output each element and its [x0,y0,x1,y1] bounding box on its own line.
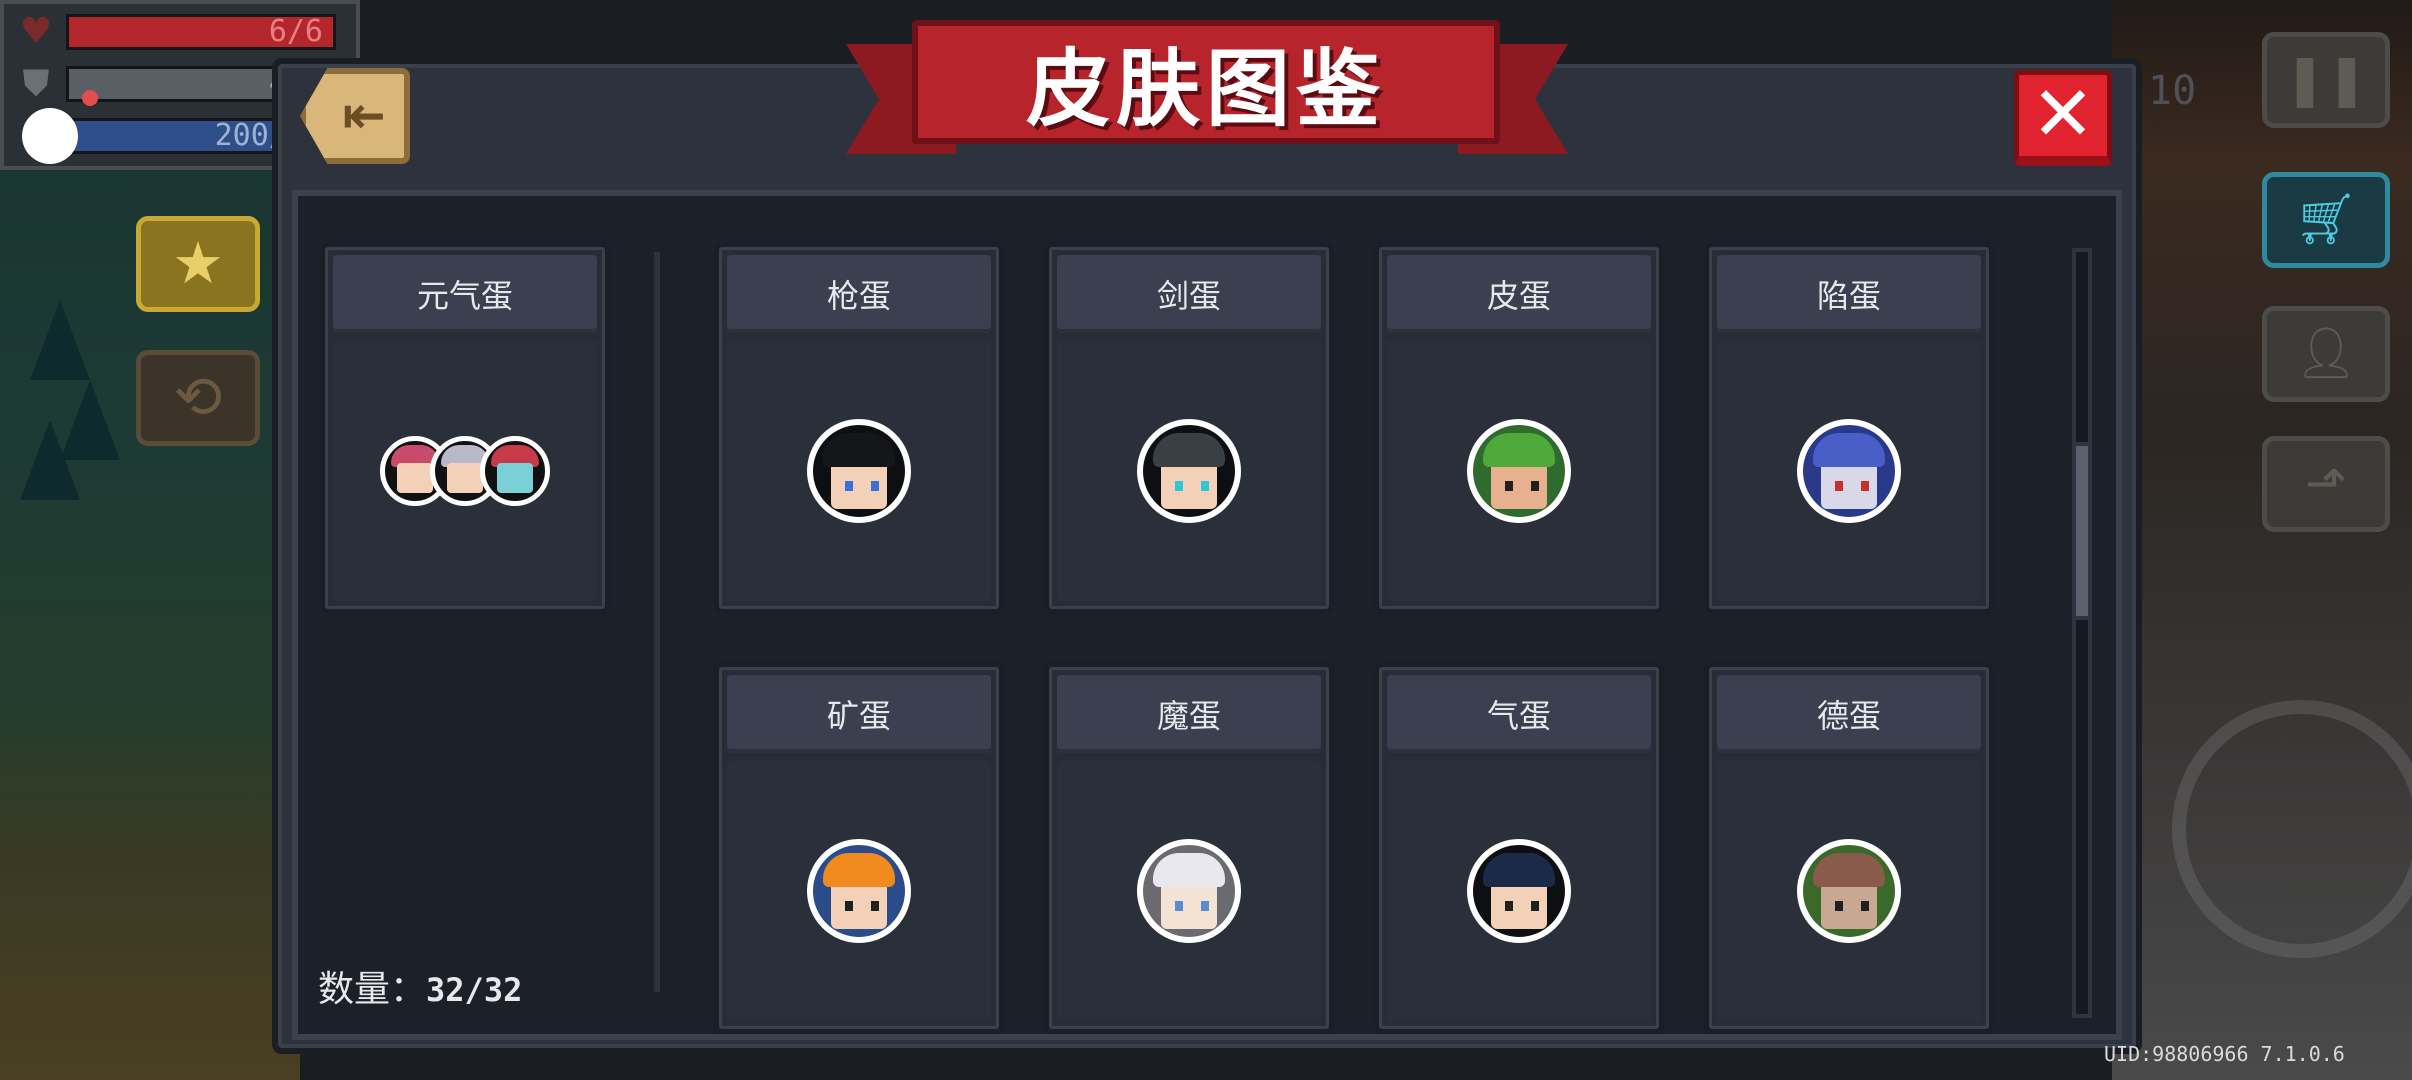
close-button[interactable]: ✕ [2014,70,2112,166]
user-icon: 👤︎ [2294,324,2358,382]
mage-avatar-icon [480,436,550,506]
swap-icon: ⟲ [173,363,223,431]
card-body [727,761,991,1021]
shop-button[interactable]: 🛒︎ [2262,172,2390,268]
mine-egg-avatar-icon [807,839,911,943]
room-area [2112,0,2412,1080]
joystick-ring [2172,700,2412,958]
floating-touch-dot[interactable] [22,108,78,164]
card-label: 德蛋 [1717,675,1981,753]
uid-version-label: UID:98806966 7.1.0.6 [2104,1042,2345,1066]
sword-egg-avatar-icon [1137,419,1241,523]
card-label: 矿蛋 [727,675,991,753]
gun-egg-avatar-icon [807,419,911,523]
skin-card[interactable]: 陷蛋 [1704,242,1994,614]
count-label: 数量： [318,969,427,1010]
scrollbar-thumb[interactable] [2072,442,2092,620]
skin-card[interactable]: 矿蛋 [714,662,1004,1034]
card-body [1387,341,1651,601]
skin-card[interactable]: 魔蛋 [1044,662,1334,1034]
druid-egg-avatar-icon [1797,839,1901,943]
card-body [1057,341,1321,601]
card-label: 剑蛋 [1057,255,1321,333]
star-icon: ★ [172,229,224,297]
trap-egg-avatar-icon [1797,419,1901,523]
card-label: 陷蛋 [1717,255,1981,333]
skin-card[interactable]: 枪蛋 [714,242,1004,614]
skin-card[interactable]: 德蛋 [1704,662,1994,1034]
skin-card[interactable]: 气蛋 [1374,662,1664,1034]
swap-button[interactable]: ⟲ [136,350,260,446]
count-value: 32/32 [426,971,523,1009]
scrollbar-track[interactable] [2072,248,2092,1018]
hp-bar: 6/6 [66,14,336,50]
card-label: 元气蛋 [333,255,597,333]
close-x-icon: ✕ [2031,69,2095,158]
card-body [1387,761,1651,1021]
card-label: 枪蛋 [727,255,991,333]
pause-button[interactable]: ❚❚ [2262,32,2390,128]
card-body [1057,761,1321,1021]
profile-button[interactable]: 👤︎ [2262,306,2390,402]
card-label: 魔蛋 [1057,675,1321,753]
title-ribbon: 皮肤图鉴 [912,20,1500,144]
tree [60,380,120,460]
tree [30,300,90,380]
shield-icon: ⛊ [22,63,50,104]
skin-count: 数量：32/32 [318,960,522,1012]
qi-egg-avatar-icon [1467,839,1571,943]
skin-card[interactable]: 剑蛋 [1044,242,1334,614]
cart-icon: 🛒︎ [2294,190,2358,248]
card-body [1717,341,1981,601]
card-label: 皮蛋 [1387,255,1651,333]
column-divider [654,252,660,992]
gem-counter: 10 [2148,68,2197,114]
heart-icon: ♥ [19,11,53,52]
magic-egg-avatar-icon [1137,839,1241,943]
skin-egg-avatar-icon [1467,419,1571,523]
pause-icon: ❚❚ [2284,50,2368,108]
card-label: 气蛋 [1387,675,1651,753]
exit-arrow-icon: ⇤ [342,86,386,146]
page-title: 皮肤图鉴 [1025,39,1386,138]
upgrade-button[interactable]: ⬏ [2262,436,2390,532]
group-avatar [380,436,550,506]
featured-skin-card[interactable]: 元气蛋 [320,242,610,614]
card-body [727,341,991,601]
skin-card[interactable]: 皮蛋 [1374,242,1664,614]
notification-dot [82,90,98,106]
upgrade-icon: ⬏ [2305,454,2347,512]
card-body [1717,761,1981,1021]
star-button[interactable]: ★ [136,216,260,312]
card-body [333,341,597,601]
